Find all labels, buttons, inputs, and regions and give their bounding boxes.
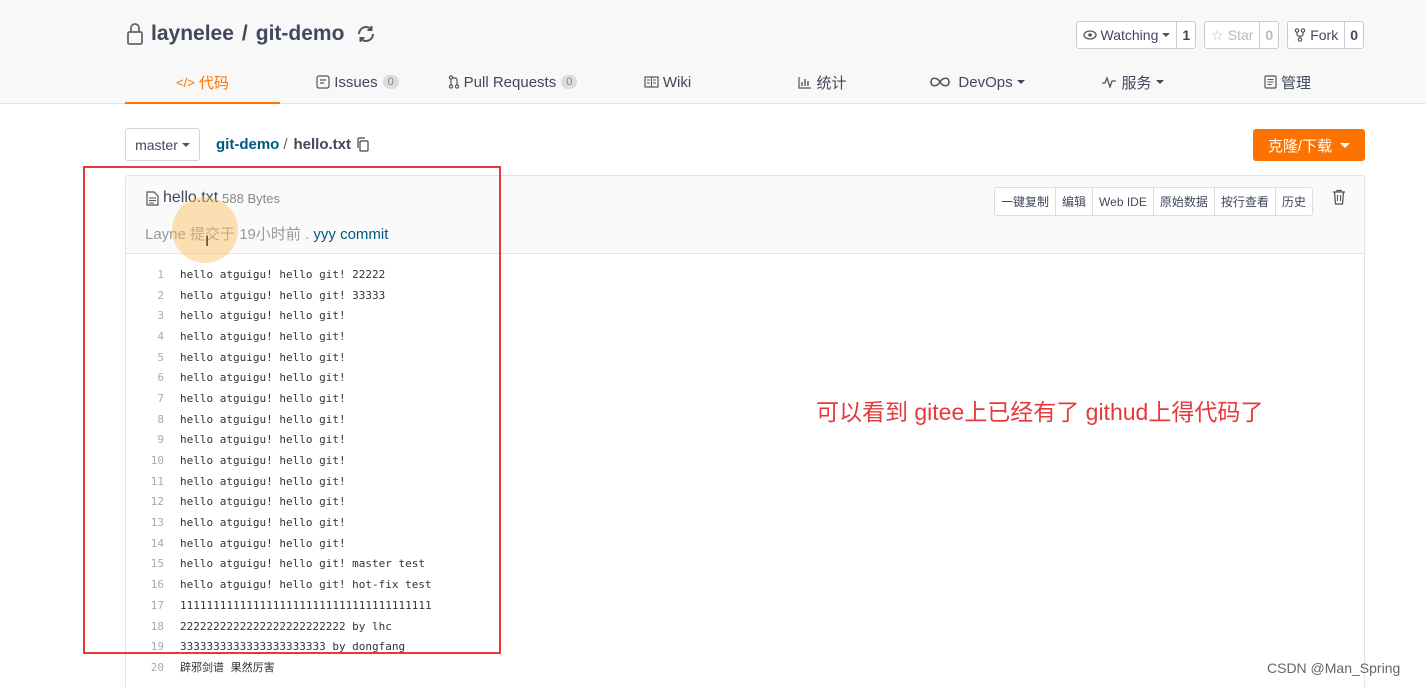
star-action[interactable]: ☆ Star (1205, 22, 1261, 48)
code-line: 20 辟邪剑谱 果然厉害 (126, 657, 1364, 678)
tab-label: Wiki (662, 73, 692, 91)
star-button[interactable]: ☆ Star 0 (1204, 21, 1280, 49)
annotation-box (83, 166, 501, 654)
chevron-down-icon (1016, 80, 1025, 84)
history-button[interactable]: 历史 (1276, 188, 1312, 215)
tab-manage[interactable]: 管理 (1210, 62, 1365, 102)
infinity-icon (930, 77, 951, 87)
tab-code[interactable]: </> 代码 (125, 62, 280, 104)
fork-action[interactable]: Fork (1288, 22, 1346, 48)
raw-button[interactable]: 原始数据 (1154, 188, 1215, 215)
copy-all-button[interactable]: 一键复制 (995, 188, 1057, 215)
sync-icon[interactable] (354, 22, 378, 46)
lock-icon (127, 23, 143, 45)
watch-button[interactable]: Watching 1 (1075, 21, 1197, 49)
issues-icon (316, 75, 330, 89)
tab-issues[interactable]: Issues 0 (280, 62, 435, 102)
chevron-down-icon (1340, 142, 1351, 148)
fork-button[interactable]: Fork 0 (1287, 21, 1364, 49)
trash-icon[interactable] (1332, 189, 1346, 205)
repo-actions: Watching 1 ☆ Star 0 Fork 0 (1075, 21, 1364, 49)
star-label: Star (1227, 27, 1254, 43)
repo-title: laynelee / git-demo (125, 20, 378, 48)
fork-label: Fork (1310, 27, 1339, 43)
pulse-icon (1102, 76, 1117, 88)
watch-label: Watching (1100, 27, 1159, 43)
tab-service[interactable]: 服务 (1055, 62, 1210, 102)
edit-button[interactable]: 编辑 (1056, 188, 1094, 215)
repo-header: laynelee / git-demo Watching 1 ☆ Star 0 (0, 0, 1426, 104)
issues-count-badge: 0 (382, 75, 399, 89)
tab-label: DevOps (958, 73, 1013, 91)
chevron-down-icon (1155, 80, 1164, 84)
chevron-down-icon (1162, 33, 1171, 37)
fork-count[interactable]: 0 (1345, 22, 1363, 48)
branch-select[interactable]: master (125, 128, 200, 161)
star-count[interactable]: 0 (1260, 22, 1278, 48)
line-number[interactable]: 20 (126, 661, 164, 674)
blame-button[interactable]: 按行查看 (1215, 188, 1276, 215)
repo-separator: / (241, 22, 248, 45)
star-icon: ☆ (1211, 26, 1224, 43)
pull-request-icon (448, 75, 459, 89)
wiki-icon (644, 76, 659, 88)
tab-label: Pull Requests (463, 73, 557, 91)
clone-label: 克隆/下载 (1267, 137, 1333, 155)
tab-pull-requests[interactable]: Pull Requests 0 (435, 62, 590, 102)
watermark: CSDN @Man_Spring (1267, 660, 1401, 676)
line-text: 辟邪剑谱 果然厉害 (180, 661, 275, 675)
repo-name-link[interactable]: git-demo (256, 22, 345, 46)
tab-label: Issues (334, 73, 378, 91)
branch-name: master (135, 136, 178, 153)
breadcrumb-separator: / (283, 136, 288, 153)
tab-label: 服务 (1121, 74, 1152, 92)
tab-wiki[interactable]: Wiki (590, 62, 745, 102)
repo-tabs: </> 代码 Issues 0 Pull Requests 0 Wiki 统计 … (125, 62, 1365, 104)
file-toolbar: 一键复制 编辑 Web IDE 原始数据 按行查看 历史 (994, 187, 1313, 216)
tab-label: 代码 (198, 74, 229, 92)
copy-icon[interactable] (356, 137, 369, 152)
breadcrumb: git-demo / hello.txt (216, 136, 369, 153)
eye-icon (1082, 30, 1097, 40)
web-ide-button[interactable]: Web IDE (1093, 188, 1154, 215)
watch-dropdown[interactable]: Watching (1077, 22, 1178, 48)
tab-devops[interactable]: DevOps (900, 62, 1055, 102)
stats-icon (798, 76, 812, 89)
tab-label: 统计 (816, 74, 847, 92)
pr-count-badge: 0 (561, 75, 578, 89)
clone-download-button[interactable]: 克隆/下载 (1253, 129, 1365, 161)
chevron-down-icon (181, 142, 190, 147)
breadcrumb-repo-link[interactable]: git-demo (216, 136, 279, 153)
repo-owner-link[interactable]: laynelee (151, 22, 234, 46)
breadcrumb-file: hello.txt (293, 136, 352, 153)
fork-icon (1294, 28, 1306, 42)
tab-label: 管理 (1280, 74, 1311, 92)
tab-stats[interactable]: 统计 (745, 62, 900, 102)
watch-count[interactable]: 1 (1177, 22, 1195, 48)
annotation-text: 可以看到 gitee上已经有了 githud上得代码了 (816, 399, 1264, 425)
code-icon: </> (176, 74, 195, 90)
manage-icon (1264, 75, 1277, 89)
